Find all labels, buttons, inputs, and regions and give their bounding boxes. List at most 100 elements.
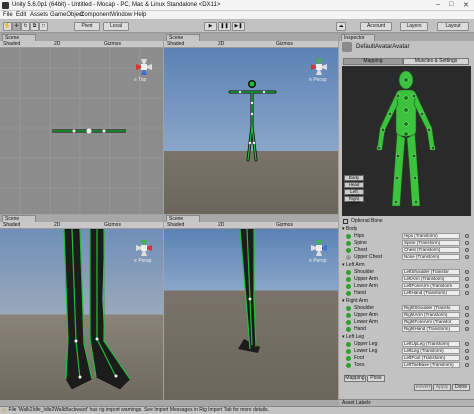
2d-toggle[interactable]: 2D	[54, 222, 60, 228]
object-picker-icon[interactable]	[465, 313, 469, 317]
bone-field[interactable]: LeftToeBase (Transform)	[402, 362, 460, 368]
scale-tool-icon[interactable]: ⧉	[30, 22, 39, 31]
avatar-body-map[interactable]: Body Head Left Hand Right Hand	[342, 66, 471, 216]
done-button[interactable]: Done	[452, 384, 470, 391]
shading-dropdown[interactable]: Shaded	[3, 222, 20, 228]
layout-dropdown[interactable]: Layout	[437, 22, 469, 31]
tab-muscles-settings[interactable]: Muscles & Settings	[403, 58, 469, 65]
menu-help[interactable]: Help	[134, 12, 146, 18]
minimize-icon[interactable]: –	[436, 1, 440, 8]
object-picker-icon[interactable]	[465, 248, 469, 252]
object-picker-icon[interactable]	[465, 291, 469, 295]
bone-field[interactable]: RightHand (Transform)	[402, 326, 460, 332]
object-picker-icon[interactable]	[465, 327, 469, 331]
pause-icon[interactable]: ❚❚	[218, 22, 231, 31]
object-picker-icon[interactable]	[465, 363, 469, 367]
bone-field[interactable]: LeftUpLeg (Transform)	[402, 341, 460, 347]
scene-viewport[interactable]: ≡ Persp	[164, 229, 338, 400]
object-picker-icon[interactable]	[465, 284, 469, 288]
2d-toggle[interactable]: 2D	[54, 41, 60, 47]
bone-field[interactable]: LeftForeArm (Transform	[402, 283, 460, 289]
scene-viewport[interactable]: ≡ Persp	[164, 48, 338, 214]
orientation-gizmo[interactable]: ≡ Persp	[308, 239, 330, 264]
bone-field[interactable]: RightArm (Transform)	[402, 312, 460, 318]
shading-dropdown[interactable]: Shaded	[3, 41, 20, 47]
status-bar[interactable]: ⚠ File 'Walk2Idle_Idle2WalkBackward' has …	[0, 406, 474, 414]
gizmos-dropdown[interactable]: Gizmos	[104, 41, 121, 47]
gizmos-dropdown[interactable]: Gizmos	[104, 222, 121, 228]
group-header-right-arm[interactable]: ▾ Right Arm	[342, 298, 469, 305]
tab-scene[interactable]: Scene	[166, 215, 200, 222]
object-picker-icon[interactable]	[465, 349, 469, 353]
maximize-icon[interactable]: □	[449, 1, 453, 8]
tab-scene[interactable]: Scene	[2, 34, 36, 41]
menu-window[interactable]: Window	[111, 12, 132, 18]
object-picker-icon[interactable]	[465, 342, 469, 346]
bone-field[interactable]: LeftHand (Transform)	[402, 290, 460, 296]
scene-viewport[interactable]: ≡ Persp	[0, 229, 163, 400]
layers-dropdown[interactable]: Layers	[400, 22, 428, 31]
group-header-left-leg[interactable]: ▾ Left Leg	[342, 334, 469, 341]
tab-inspector[interactable]: Inspector	[341, 34, 375, 41]
pose-dropdown[interactable]: Pose	[367, 375, 385, 382]
orientation-gizmo[interactable]: ≡ Persp	[133, 239, 155, 264]
bone-field[interactable]: LeftLeg (Transform)	[402, 348, 460, 354]
menu-file[interactable]: File	[3, 12, 13, 18]
object-picker-icon[interactable]	[465, 270, 469, 274]
object-picker-icon[interactable]	[465, 306, 469, 310]
menu-edit[interactable]: Edit	[16, 12, 26, 18]
group-header-left-arm[interactable]: ▾ Left Arm	[342, 262, 469, 269]
part-right-hand-button[interactable]: Right Hand	[344, 196, 364, 205]
part-body-button[interactable]: Body	[344, 175, 364, 181]
move-tool-icon[interactable]: ✛	[12, 22, 21, 31]
shading-dropdown[interactable]: Shaded	[167, 41, 184, 47]
menu-gameobject[interactable]: GameObject	[50, 12, 84, 18]
local-button[interactable]: Local	[103, 22, 129, 31]
gizmos-dropdown[interactable]: Gizmos	[276, 222, 293, 228]
collab-cloud-icon[interactable]: ☁	[336, 22, 346, 31]
apply-button[interactable]: Apply	[433, 384, 451, 391]
bone-field[interactable]: RightShoulder (Transfo	[402, 305, 460, 311]
2d-toggle[interactable]: 2D	[218, 41, 224, 47]
object-picker-icon[interactable]	[465, 241, 469, 245]
bone-field[interactable]: LeftShoulder (Transfor	[402, 269, 460, 275]
part-left-hand-button[interactable]: Left Hand	[344, 189, 364, 198]
menu-assets[interactable]: Assets	[30, 12, 48, 18]
rotate-tool-icon[interactable]: ↻	[21, 22, 30, 31]
rect-tool-icon[interactable]: □	[39, 22, 48, 31]
bone-field[interactable]: None (Transform)	[402, 254, 460, 260]
gizmos-dropdown[interactable]: Gizmos	[276, 41, 293, 47]
mapping-dropdown[interactable]: Mapping	[344, 375, 366, 382]
orientation-gizmo[interactable]: ≡ Top	[133, 58, 155, 83]
tab-mapping[interactable]: Mapping	[343, 58, 403, 65]
bone-field[interactable]: RightForeArm (Transfor	[402, 319, 460, 325]
orientation-gizmo[interactable]: ≡ Persp	[308, 58, 330, 83]
object-picker-icon[interactable]	[465, 277, 469, 281]
shading-dropdown[interactable]: Shaded	[167, 222, 184, 228]
tab-scene[interactable]: Scene	[166, 34, 200, 41]
object-picker-icon[interactable]	[465, 234, 469, 238]
object-picker-icon[interactable]	[465, 320, 469, 324]
object-picker-icon[interactable]	[465, 255, 469, 259]
account-dropdown[interactable]: Account	[360, 22, 392, 31]
hand-tool-icon[interactable]: ✋	[3, 22, 12, 31]
bone-status-icon	[346, 284, 351, 289]
tab-scene[interactable]: Scene	[2, 215, 36, 222]
bone-field[interactable]: Hips (Transform)	[402, 233, 460, 239]
close-icon[interactable]: ✕	[463, 1, 469, 9]
2d-toggle[interactable]: 2D	[218, 222, 224, 228]
play-icon[interactable]: ▶	[204, 22, 217, 31]
object-picker-icon[interactable]	[465, 356, 469, 360]
group-header-body[interactable]: ▾ Body	[342, 226, 469, 233]
bone-field[interactable]: Spine (Transform)	[402, 240, 460, 246]
pivot-button[interactable]: Pivot	[74, 22, 100, 31]
asset-labels-header[interactable]: Asset Labels	[339, 399, 474, 406]
revert-button[interactable]: Revert	[414, 384, 432, 391]
step-icon[interactable]: ▶❚	[232, 22, 245, 31]
bone-field[interactable]: LeftFoot (Transform)	[402, 355, 460, 361]
scene-viewport[interactable]: ≡ Top	[0, 48, 163, 214]
bone-field[interactable]: LeftArm (Transform)	[402, 276, 460, 282]
bone-field[interactable]: Chest (Transform)	[402, 247, 460, 253]
part-head-button[interactable]: Head	[344, 182, 364, 188]
menu-component[interactable]: Component	[80, 12, 111, 18]
